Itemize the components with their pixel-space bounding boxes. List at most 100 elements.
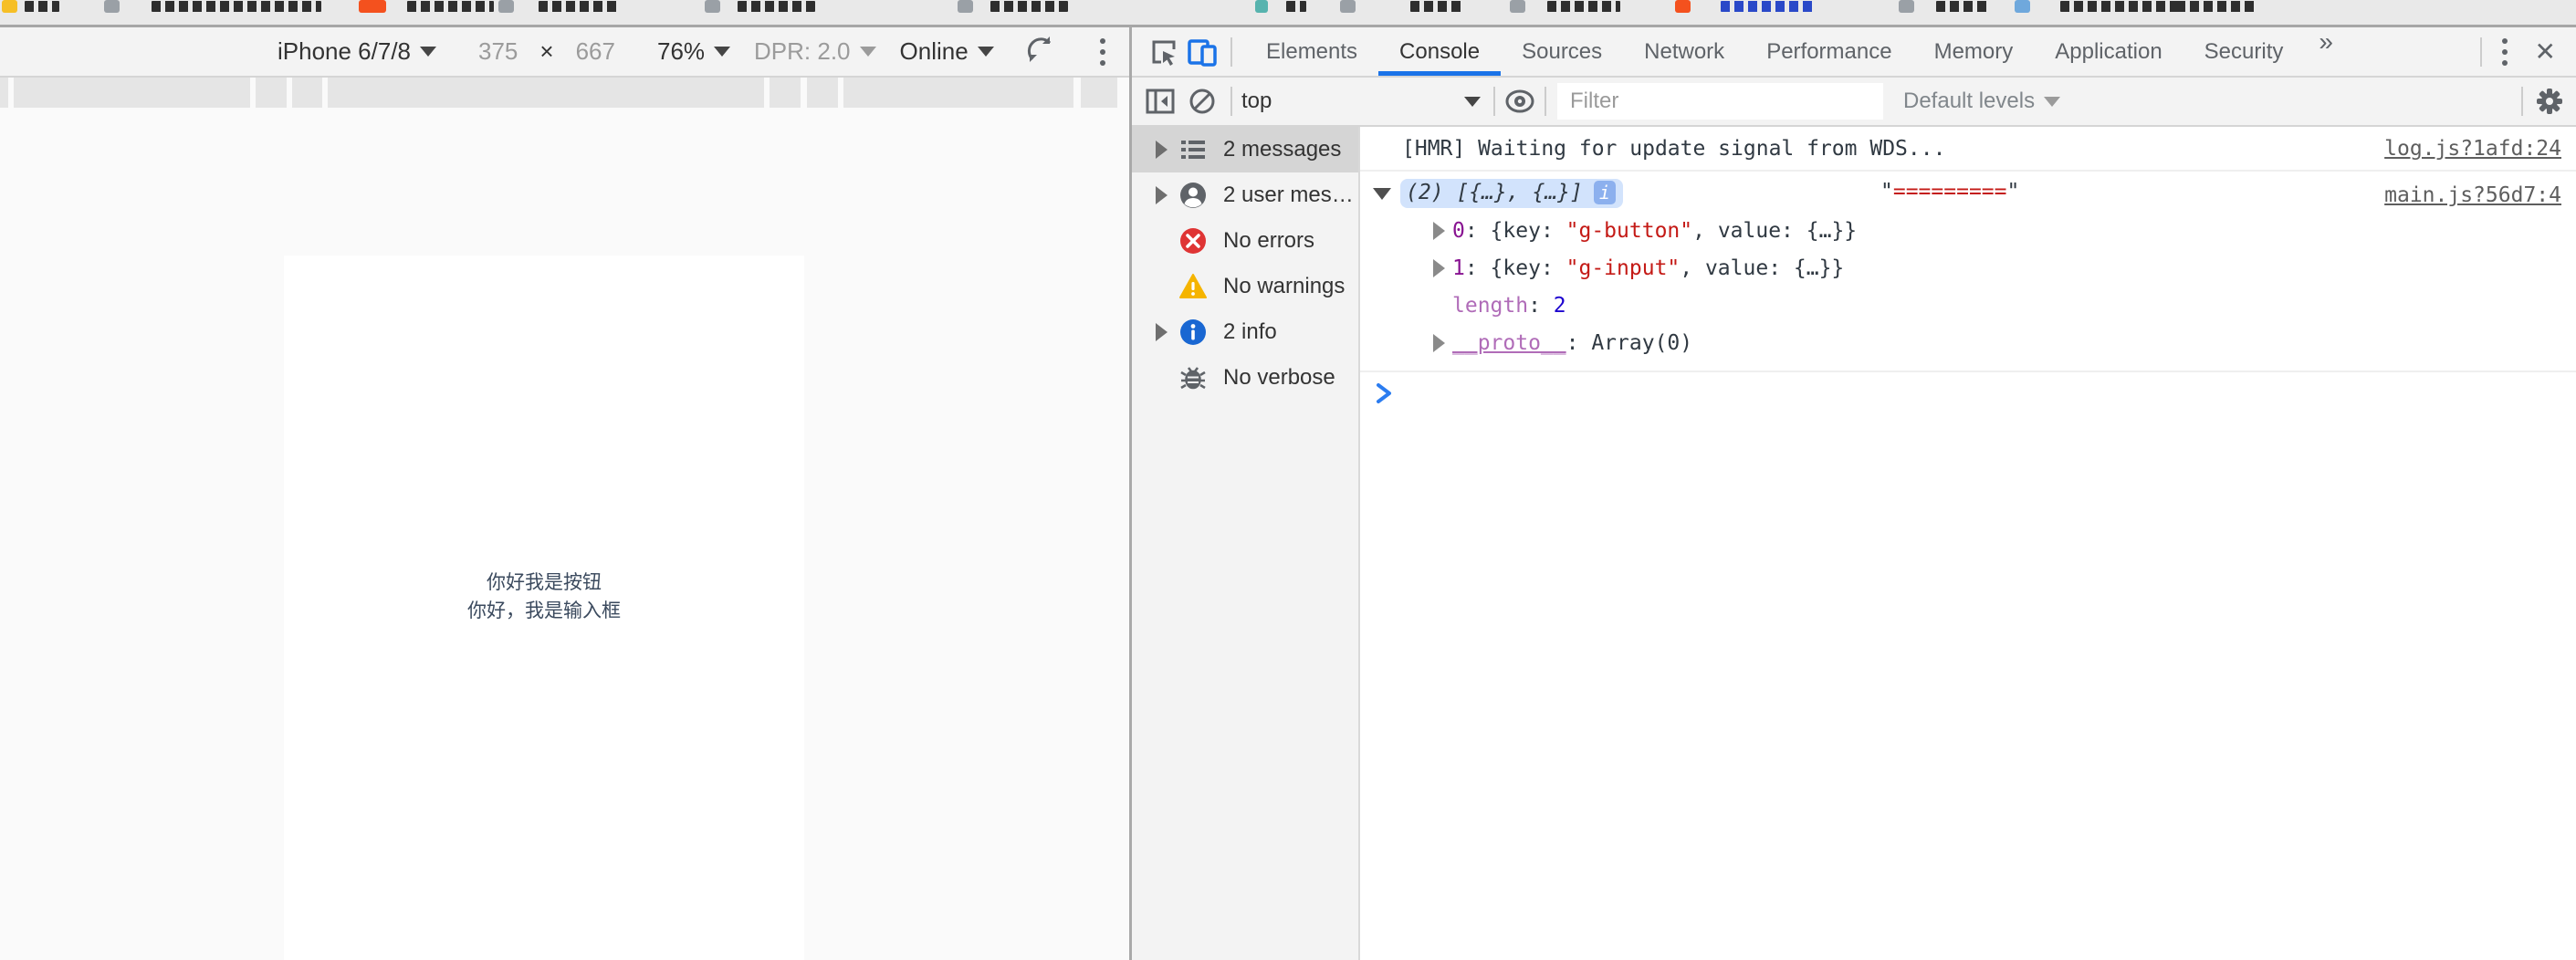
browser-window: iPhone 6/7/8 375 × 667 76% DPR: 2.0 Onli… <box>0 0 2576 960</box>
collapse-arrow-icon[interactable] <box>1373 187 1391 200</box>
console-message-hmr: [HMR] Waiting for update signal from WDS… <box>1360 127 2576 172</box>
console-prompt[interactable] <box>1360 372 2576 420</box>
sidebar-filter-all-messages[interactable]: 2 messages <box>1132 127 1358 172</box>
chevron-down-icon <box>1464 96 1481 107</box>
bookmark-item[interactable] <box>1721 1 1817 12</box>
sidebar-filter-info[interactable]: 2 info <box>1132 309 1358 355</box>
source-link[interactable]: main.js?56d7:4 <box>2384 183 2561 207</box>
more-tabs-icon[interactable]: » <box>2304 27 2348 76</box>
execution-context-select[interactable]: top <box>1241 89 1481 114</box>
bookmark-item[interactable] <box>152 1 321 12</box>
dpr-select[interactable]: DPR: 2.0 <box>754 37 876 66</box>
zoom-select[interactable]: 76% <box>656 37 731 66</box>
bookmark-item[interactable] <box>2060 1 2179 12</box>
device-select[interactable]: iPhone 6/7/8 <box>277 37 437 66</box>
bookmark-folder-icon[interactable] <box>2 0 17 13</box>
bookmark-favicon[interactable] <box>1255 0 1268 13</box>
sidebar-filter-errors[interactable]: No errors <box>1132 218 1358 264</box>
device-toolbar: iPhone 6/7/8 375 × 667 76% DPR: 2.0 Onli… <box>0 27 1129 78</box>
expand-arrow-icon[interactable] <box>1433 221 1445 240</box>
console-body: 2 messages 2 user mes… No errors No warn… <box>1132 127 2576 960</box>
viewport-height-field[interactable]: 667 <box>576 37 615 66</box>
network-throttle-label: Online <box>899 37 969 65</box>
ruler-strip <box>0 78 1129 108</box>
sidebar-item-label: 2 info <box>1223 319 1277 344</box>
devtools-more-options-icon[interactable] <box>2498 35 2511 69</box>
bookmark-favicon[interactable] <box>498 0 514 13</box>
inspect-element-icon[interactable] <box>1148 37 1179 68</box>
array-item-row[interactable]: 0: {key: "g-button", value: {…}} <box>1360 212 2576 249</box>
console-filter-input[interactable] <box>1557 83 1883 120</box>
tab-security[interactable]: Security <box>2183 27 2305 76</box>
page-input-text[interactable]: 你好，我是输入框 <box>284 597 804 625</box>
bookmark-favicon[interactable] <box>359 0 386 13</box>
emulated-viewport: 你好我是按钮 你好，我是输入框 <box>284 256 804 960</box>
bookmark-item[interactable] <box>1547 1 1620 12</box>
array-proto-row[interactable]: __proto__: Array(0) <box>1360 324 2576 361</box>
tab-elements[interactable]: Elements <box>1245 27 1378 76</box>
sidebar-filter-user-messages[interactable]: 2 user mes… <box>1132 172 1358 218</box>
tab-network[interactable]: Network <box>1623 27 1745 76</box>
bookmark-favicon[interactable] <box>1510 0 1525 13</box>
clear-console-icon[interactable] <box>1187 86 1218 117</box>
bookmark-item[interactable] <box>738 1 815 12</box>
expand-arrow-icon[interactable] <box>1156 186 1168 204</box>
toolbar-divider <box>1230 87 1232 116</box>
tab-sources[interactable]: Sources <box>1501 27 1623 76</box>
live-expression-eye-icon[interactable] <box>1504 86 1535 117</box>
console-sidebar: 2 messages 2 user mes… No errors No warn… <box>1132 127 1360 960</box>
bookmark-favicon[interactable] <box>705 0 720 13</box>
toggle-console-sidebar-icon[interactable] <box>1145 86 1176 117</box>
devtools-tabs: Elements Console Sources Network Perform… <box>1245 27 2348 76</box>
bookmark-favicon[interactable] <box>958 0 973 13</box>
chevron-down-icon <box>420 47 437 57</box>
bookmark-item[interactable] <box>1410 1 1465 12</box>
tab-performance[interactable]: Performance <box>1745 27 1912 76</box>
zoom-select-label: 76% <box>656 37 706 65</box>
expand-arrow-icon[interactable] <box>1156 141 1168 159</box>
bookmark-item[interactable] <box>25 1 59 12</box>
sidebar-item-label: No warnings <box>1223 274 1346 298</box>
bookmark-favicon[interactable] <box>1675 0 1691 13</box>
bookmark-favicon[interactable] <box>1340 0 1356 13</box>
console-message-text: [HMR] Waiting for update signal from WDS… <box>1402 136 1946 161</box>
dpr-select-label: DPR: 2.0 <box>754 37 851 65</box>
sidebar-filter-warnings[interactable]: No warnings <box>1132 264 1358 309</box>
log-levels-select[interactable]: Default levels <box>1903 89 2061 114</box>
toolbar-divider <box>1230 37 1232 67</box>
evaluated-info-badge: i <box>1593 181 1616 204</box>
array-preview-highlight[interactable]: (2) [{…}, {…}] i <box>1400 179 1623 208</box>
toggle-device-toolbar-icon[interactable] <box>1187 37 1218 68</box>
expand-arrow-icon[interactable] <box>1433 333 1445 352</box>
device-toolbar-more-options-icon[interactable] <box>1096 35 1109 69</box>
info-icon <box>1179 318 1207 346</box>
bookmark-favicon[interactable] <box>2015 0 2030 13</box>
devtools-pane: Elements Console Sources Network Perform… <box>1132 27 2576 960</box>
page-button-text[interactable]: 你好我是按钮 <box>284 569 804 597</box>
logged-string-arg: "=========" <box>1880 180 2020 203</box>
close-devtools-icon[interactable]: ✕ <box>2528 37 2563 67</box>
tab-application[interactable]: Application <box>2034 27 2183 76</box>
viewport-width-field[interactable]: 375 <box>478 37 518 66</box>
bookmark-item[interactable] <box>539 1 621 12</box>
bookmark-item[interactable] <box>1936 1 1991 12</box>
bookmark-favicon[interactable] <box>104 0 120 13</box>
sidebar-filter-verbose[interactable]: No verbose <box>1132 355 1358 401</box>
bookmark-item[interactable] <box>1286 1 1306 12</box>
console-settings-gear-icon[interactable] <box>2534 86 2565 117</box>
array-item-row[interactable]: 1: {key: "g-input", value: {…}} <box>1360 249 2576 287</box>
chevron-down-icon <box>2044 96 2061 107</box>
expand-arrow-icon[interactable] <box>1433 258 1445 277</box>
tab-memory[interactable]: Memory <box>1913 27 2035 76</box>
chevron-down-icon <box>859 47 876 57</box>
bookmark-favicon[interactable] <box>1899 0 1914 13</box>
bookmark-item[interactable] <box>990 1 1068 12</box>
expand-arrow-icon[interactable] <box>1156 323 1168 341</box>
network-throttle-select[interactable]: Online <box>900 37 994 66</box>
bookmark-item[interactable] <box>2176 1 2258 12</box>
source-link[interactable]: log.js?1afd:24 <box>2384 137 2561 161</box>
rotate-viewport-icon[interactable] <box>1023 33 1056 70</box>
active-tab-underline <box>1378 71 1502 76</box>
tab-console[interactable]: Console <box>1378 27 1502 76</box>
bookmark-item[interactable] <box>407 1 494 12</box>
